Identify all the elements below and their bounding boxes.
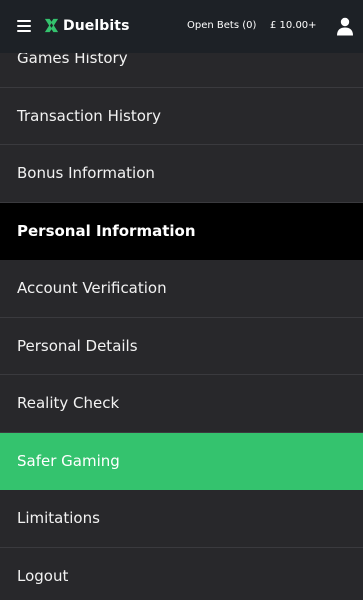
duelbits-logo-icon <box>44 18 59 33</box>
menu-item-limitations[interactable]: Limitations <box>0 490 363 548</box>
menu-item-account-verification[interactable]: Account Verification <box>0 260 363 318</box>
open-bets-button[interactable]: Open Bets (0) <box>187 20 256 31</box>
menu-item-safer-gaming[interactable]: Safer Gaming <box>0 432 363 490</box>
hamburger-icon[interactable] <box>17 20 31 32</box>
menu-item-personal-information[interactable]: Personal Information <box>0 202 363 260</box>
account-menu-page: Duelbits Open Bets (0) £ 10.00+ Games Hi… <box>0 0 363 600</box>
balance-button[interactable]: £ 10.00+ <box>270 20 317 31</box>
user-icon[interactable] <box>336 17 354 36</box>
top-navigation-bar: Duelbits Open Bets (0) £ 10.00+ <box>0 0 363 53</box>
brand-name: Duelbits <box>63 17 130 34</box>
menu-item-transaction-history[interactable]: Transaction History <box>0 88 363 145</box>
menu-item-logout[interactable]: Logout <box>0 548 363 600</box>
menu-item-reality-check[interactable]: Reality Check <box>0 375 363 433</box>
brand-logo[interactable]: Duelbits <box>43 17 130 34</box>
menu-item-bonus-information[interactable]: Bonus Information <box>0 145 363 203</box>
menu-item-personal-details[interactable]: Personal Details <box>0 318 363 375</box>
account-menu-list: Games History Transaction History Bonus … <box>0 30 363 600</box>
